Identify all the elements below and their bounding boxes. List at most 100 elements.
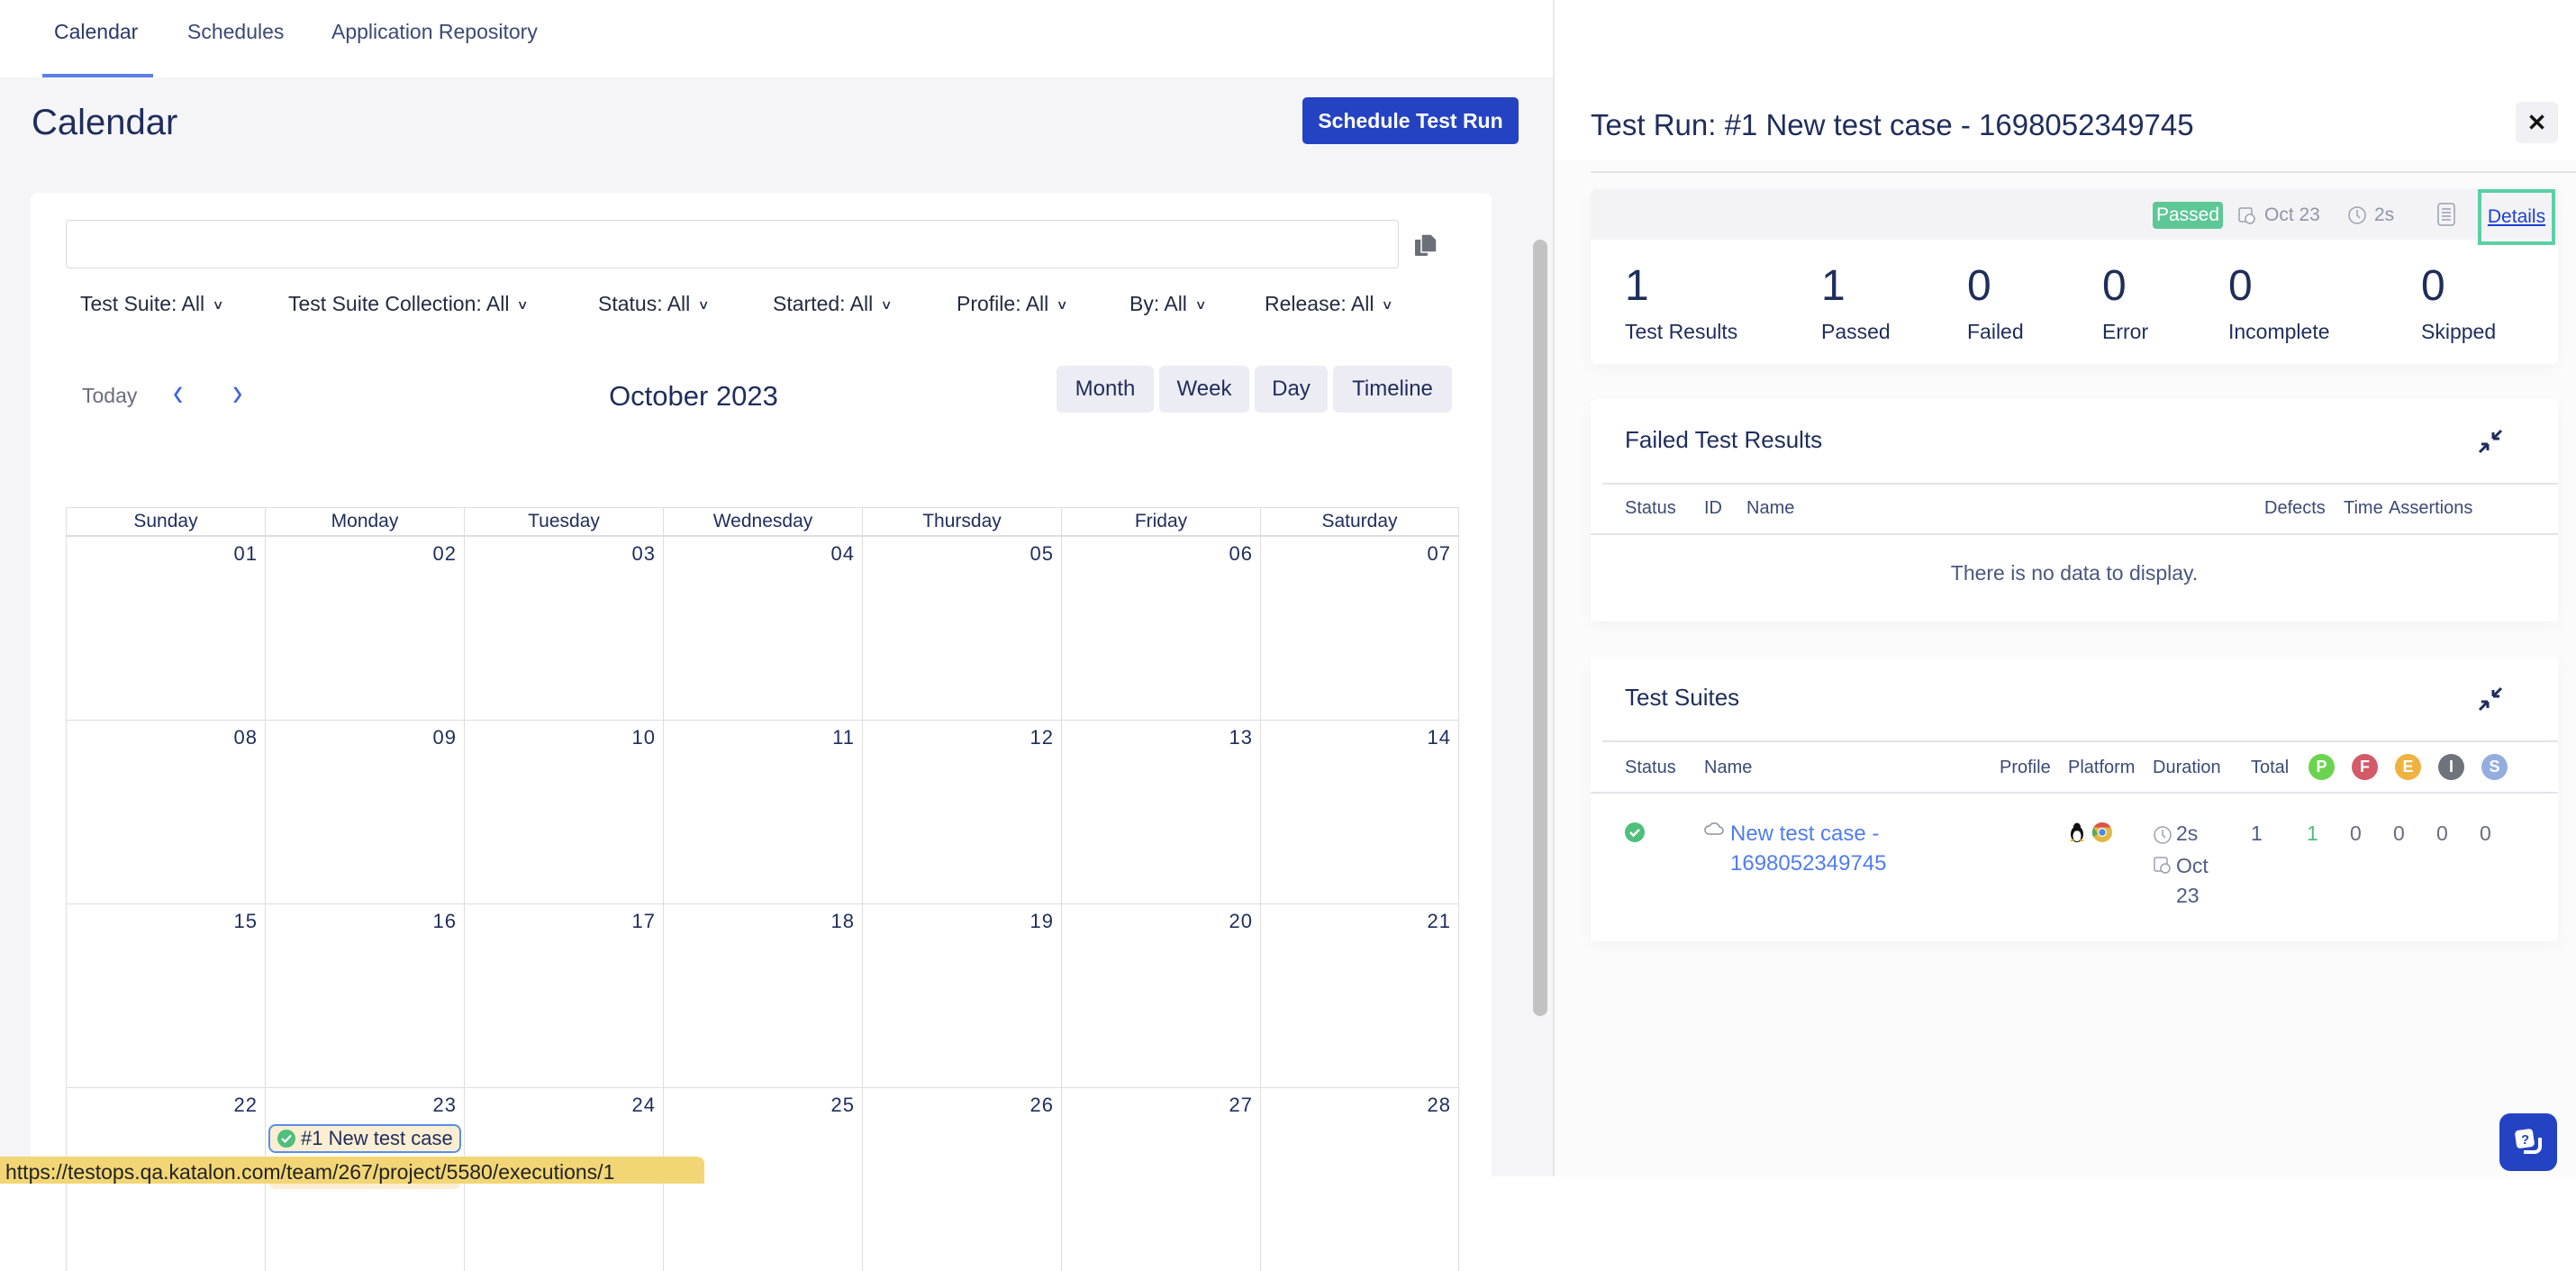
day-number: 10 (631, 726, 656, 749)
column-header: Status (1625, 758, 1676, 777)
collapse-icon[interactable] (2477, 428, 2504, 455)
today-button[interactable]: Today (82, 384, 137, 408)
summary-card: Passed Oct 23 2s Details 1 Test Results 1… (1591, 189, 2558, 364)
day-number: 18 (830, 910, 855, 932)
clock-icon (2348, 206, 2366, 224)
calendar-day-cell[interactable]: 16 (265, 903, 464, 1087)
run-date: Oct 23 (2264, 204, 2320, 225)
calendar-day-cell[interactable]: 10 (464, 720, 663, 903)
chevron-left-icon[interactable]: ‹ (173, 370, 183, 416)
status-badge: Passed (2153, 202, 2223, 229)
divider (1602, 483, 2558, 485)
search-input[interactable] (66, 220, 1399, 268)
day-number: 08 (233, 726, 258, 749)
help-icon: ? (2515, 1129, 2542, 1154)
filter-by[interactable]: By: All ∨ (1129, 292, 1207, 316)
calendar-day-cell[interactable]: 03 (464, 536, 663, 720)
calendar-day-cell[interactable]: 18 (663, 903, 862, 1087)
view-timeline-button[interactable]: Timeline (1333, 366, 1452, 413)
day-of-week-header: Thursday (862, 507, 1061, 536)
day-number: 12 (1029, 726, 1054, 749)
suite-passed: 1 (2307, 822, 2318, 845)
filter-label: Test Suite Collection: All (288, 292, 510, 315)
calendar-day-cell[interactable]: 26 (862, 1087, 1061, 1271)
card-title: Test Suites (1625, 684, 1740, 711)
calendar-day-cell[interactable]: 14 (1260, 720, 1459, 903)
copy-icon[interactable] (1415, 233, 1438, 258)
column-header: Name (1746, 498, 1795, 518)
details-link[interactable]: Details (2478, 189, 2555, 245)
calendar-day-cell[interactable]: 01 (66, 536, 265, 720)
day-number: 15 (233, 910, 258, 932)
divider (1602, 740, 2558, 742)
chevron-down-icon: ∨ (880, 297, 893, 313)
panel-title: Test Run: #1 New test case - 16980523497… (1591, 108, 2194, 141)
column-header: Status (1625, 498, 1676, 518)
calendar-day-cell[interactable]: 04 (663, 536, 862, 720)
calendar-day-cell[interactable]: 11 (663, 720, 862, 903)
chevron-down-icon: ∨ (697, 297, 711, 313)
day-number: 02 (432, 542, 457, 565)
tab-schedules[interactable]: Schedules (187, 20, 284, 44)
collapse-icon[interactable] (2477, 685, 2504, 713)
stat-label: Test Results (1625, 320, 1738, 343)
calendar-day-cell[interactable]: 07 (1260, 536, 1459, 720)
calendar-day-cell[interactable]: 05 (862, 536, 1061, 720)
scrollbar[interactable] (1533, 240, 1547, 1016)
schedule-test-run-button[interactable]: Schedule Test Run (1302, 97, 1519, 144)
column-header: Total (2251, 758, 2290, 777)
day-number: 09 (432, 726, 457, 749)
log-icon[interactable] (2437, 203, 2455, 226)
day-number: 23 (432, 1094, 457, 1116)
filter-started[interactable]: Started: All ∨ (773, 292, 893, 316)
day-number: 20 (1229, 910, 1253, 932)
calendar-day-cell[interactable]: 06 (1061, 536, 1260, 720)
day-number: 26 (1029, 1094, 1054, 1116)
day-number: 01 (233, 542, 258, 565)
day-number: 13 (1229, 726, 1253, 749)
view-week-button[interactable]: Week (1159, 366, 1249, 413)
failed-results-card: Failed Test Results Status ID Name Defec… (1591, 399, 2558, 622)
divider (1591, 533, 2558, 535)
close-button[interactable]: ✕ (2516, 102, 2558, 143)
calendar-page: Calendar Schedule Test Run Test Suite: A… (0, 77, 1555, 1271)
tab-calendar[interactable]: Calendar (54, 20, 138, 44)
calendar-day-cell[interactable]: 09 (265, 720, 464, 903)
tab-application-repository[interactable]: Application Repository (331, 20, 538, 44)
view-month-button[interactable]: Month (1057, 366, 1154, 413)
calendar-day-cell[interactable]: 08 (66, 720, 265, 903)
calendar-day-cell[interactable]: 13 (1061, 720, 1260, 903)
calendar-day-cell[interactable]: 28 (1260, 1087, 1459, 1271)
calendar-day-cell[interactable]: 15 (66, 903, 265, 1087)
view-day-button[interactable]: Day (1255, 366, 1328, 413)
chevron-down-icon: ∨ (212, 297, 224, 313)
test-suite-name-link[interactable]: New test case - 1698052349745 (1730, 819, 1964, 878)
filter-profile[interactable]: Profile: All ∨ (957, 292, 1068, 316)
filter-release[interactable]: Release: All ∨ (1265, 292, 1393, 316)
column-header: Defects (2264, 498, 2326, 518)
calendar-card: Test Suite: All ∨ Test Suite Collection: … (31, 193, 1492, 1271)
divider (1591, 792, 2558, 794)
duration-meta: 2s (2347, 204, 2394, 226)
calendar-event[interactable]: #1 New test case · (268, 1124, 461, 1153)
filter-test-suite-collection[interactable]: Test Suite Collection: All ∨ (288, 292, 529, 316)
calendar-day-cell[interactable]: 27 (1061, 1087, 1260, 1271)
stat-label: Passed (1821, 320, 1891, 343)
calendar-day-cell[interactable]: 19 (862, 903, 1061, 1087)
calendar-day-cell[interactable]: 20 (1061, 903, 1260, 1087)
filter-status[interactable]: Status: All ∨ (598, 292, 711, 316)
empty-message: There is no data to display. (1950, 561, 2199, 585)
status-letter-p-icon: P (2308, 754, 2335, 780)
suite-error: 0 (2393, 822, 2405, 845)
filter-label: Test Suite: All (80, 292, 205, 315)
chevron-right-icon[interactable]: › (232, 370, 242, 416)
filter-test-suite[interactable]: Test Suite: All ∨ (80, 292, 224, 316)
calendar-day-cell[interactable]: 21 (1260, 903, 1459, 1087)
calendar-day-cell[interactable]: 17 (464, 903, 663, 1087)
day-number: 05 (1029, 542, 1054, 565)
help-chat-button[interactable]: ? (2499, 1113, 2557, 1171)
stat-error: 0 Error (2102, 261, 2148, 344)
calendar-day-cell[interactable]: 12 (862, 720, 1061, 903)
day-of-week-header: Saturday (1260, 507, 1459, 536)
calendar-day-cell[interactable]: 02 (265, 536, 464, 720)
